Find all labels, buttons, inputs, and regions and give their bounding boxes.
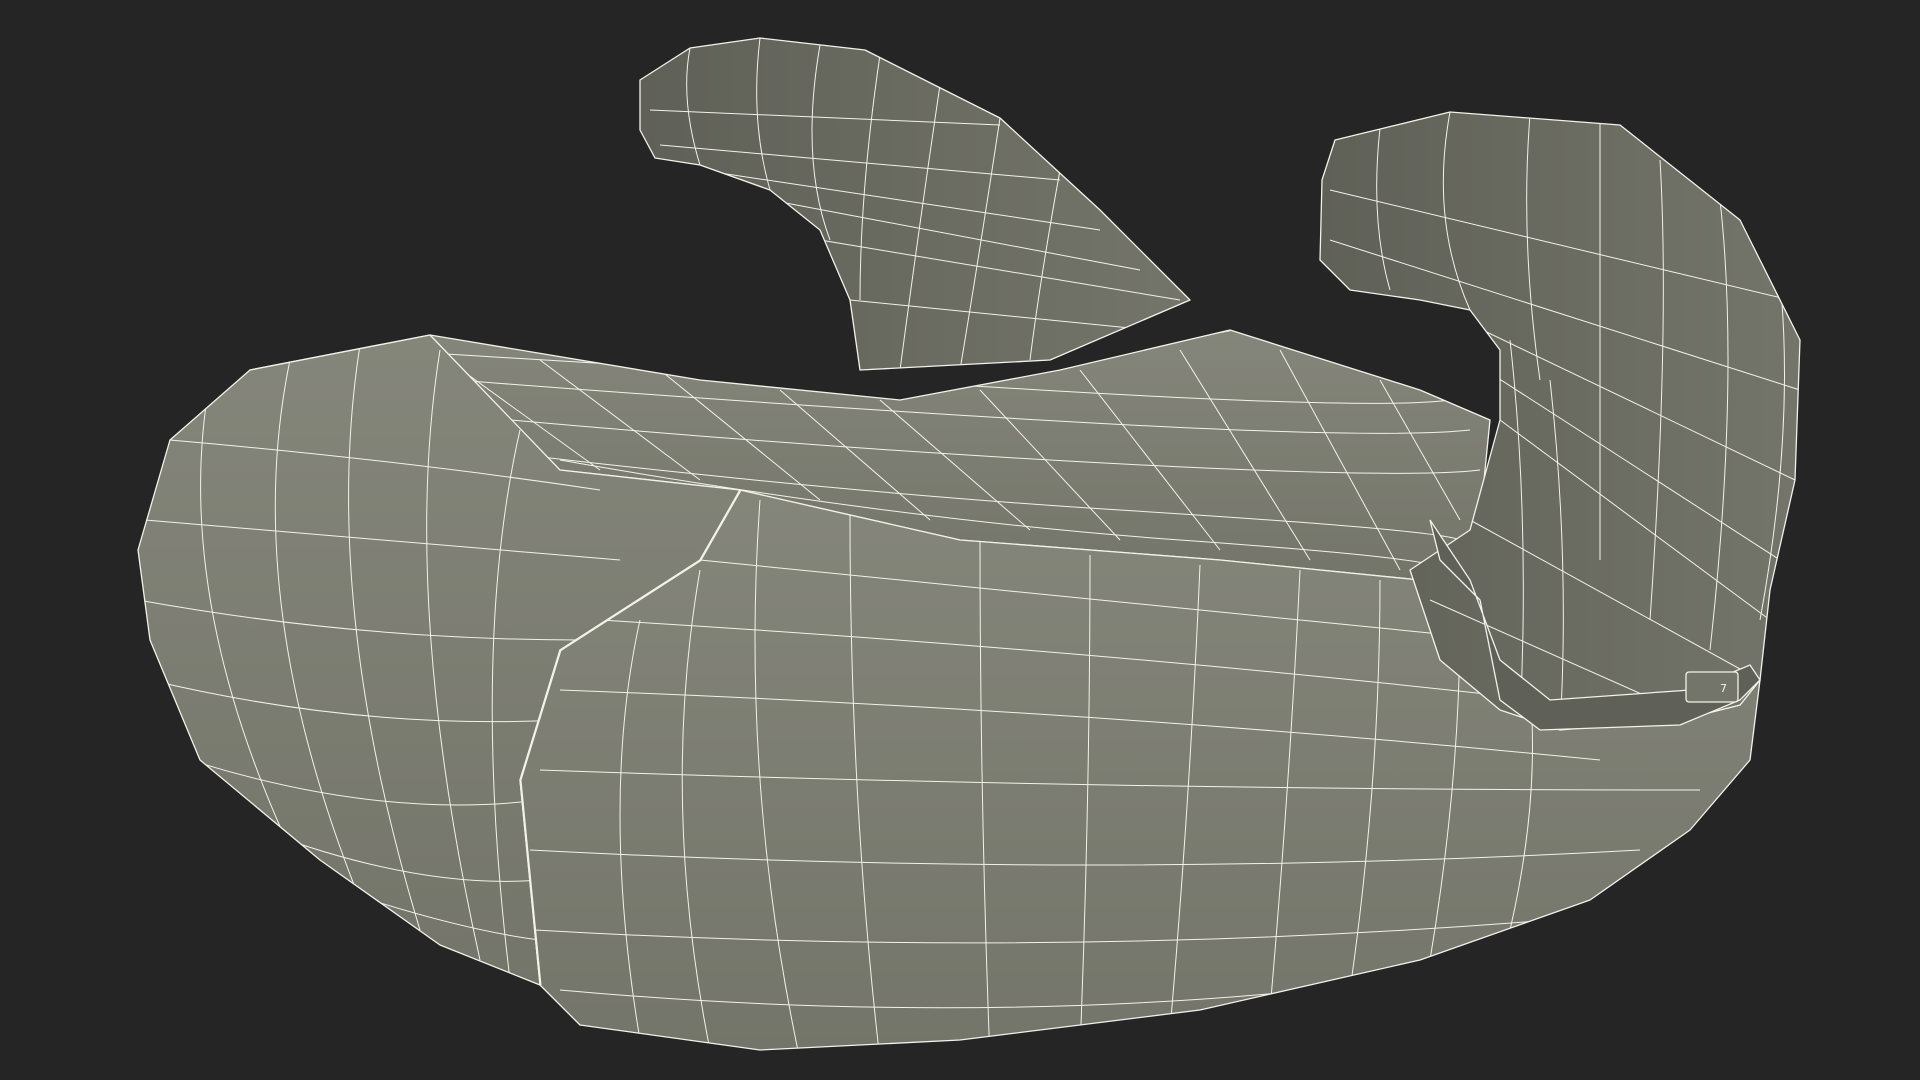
render-viewport: 7 (0, 0, 1920, 1080)
strap-tag-label: 7 (1720, 682, 1727, 695)
left-armrest (639, 37, 1191, 371)
booster-seat-render: 7 (137, 37, 1801, 1051)
strap-tag: 7 (1685, 671, 1739, 703)
